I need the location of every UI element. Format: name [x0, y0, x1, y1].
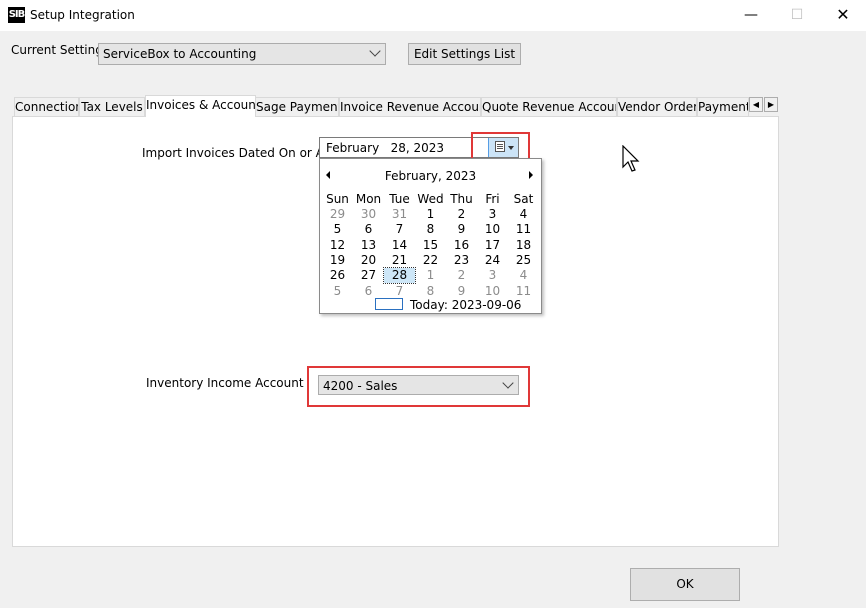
maximize-button[interactable]: ☐: [774, 0, 820, 31]
tab-invoices-accounts[interactable]: Invoices & Accounts: [145, 95, 256, 117]
weekday-label: Sat: [513, 192, 534, 206]
calendar-day[interactable]: 25: [508, 253, 539, 268]
calendar-day[interactable]: 24: [477, 253, 508, 268]
calendar-day[interactable]: 5: [322, 284, 353, 299]
today-marker: [375, 298, 403, 310]
tab-invoice-revenue-accounts[interactable]: Invoice Revenue Accounts: [339, 97, 481, 116]
weekday-label: Sun: [326, 192, 349, 206]
current-settings-dropdown[interactable]: ServiceBox to Accounting: [98, 43, 386, 65]
calendar-day[interactable]: 29: [322, 207, 353, 222]
calendar-day[interactable]: 11: [508, 222, 539, 237]
calendar-day[interactable]: 7: [384, 284, 415, 299]
calendar-day[interactable]: 8: [415, 284, 446, 299]
calendar-day[interactable]: 11: [508, 284, 539, 299]
next-month-icon[interactable]: [529, 171, 533, 179]
calendar-popup: February, 2023 Today: 2023-09-06 Sun Mon T…: [319, 158, 542, 314]
calendar-day[interactable]: 10: [477, 284, 508, 299]
weekday-label: Tue: [389, 192, 410, 206]
edit-settings-list-button[interactable]: Edit Settings List: [408, 43, 521, 65]
calendar-day[interactable]: 28: [383, 267, 416, 285]
tab-scroll-left-button[interactable]: ◀: [749, 97, 763, 112]
calendar-day[interactable]: 8: [415, 222, 446, 237]
calendar-day[interactable]: 17: [477, 238, 508, 253]
calendar-day[interactable]: 1: [415, 207, 446, 222]
current-settings-value: ServiceBox to Accounting: [103, 47, 257, 61]
calendar-day[interactable]: 2: [446, 268, 477, 283]
tab-sage-payments[interactable]: Sage Payments: [255, 97, 339, 116]
weekday-label: Thu: [450, 192, 473, 206]
ok-button[interactable]: OK: [630, 568, 740, 601]
current-settings-label: Current Settings: [11, 43, 110, 57]
calendar-day[interactable]: 12: [322, 238, 353, 253]
calendar-day[interactable]: 3: [477, 268, 508, 283]
calendar-day[interactable]: 9: [446, 284, 477, 299]
calendar-day[interactable]: 13: [353, 238, 384, 253]
app-icon: SIB: [8, 7, 25, 23]
import-date-value: February 28, 2023: [326, 141, 445, 155]
calendar-day[interactable]: 30: [353, 207, 384, 222]
weekday-label: Wed: [417, 192, 444, 206]
minimize-button[interactable]: —: [728, 0, 774, 31]
mouse-cursor-icon: [622, 145, 640, 172]
calendar-day[interactable]: 18: [508, 238, 539, 253]
today-link[interactable]: Today: 2023-09-06: [410, 298, 521, 312]
highlight-box-inventory-account: [307, 366, 530, 407]
calendar-day[interactable]: 26: [322, 268, 353, 283]
calendar-day[interactable]: 3: [477, 207, 508, 222]
import-date-label: Import Invoices Dated On or After: [142, 146, 345, 160]
calendar-day[interactable]: 6: [353, 222, 384, 237]
calendar-day[interactable]: 16: [446, 238, 477, 253]
calendar-day[interactable]: 1: [415, 268, 446, 283]
calendar-day[interactable]: 22: [415, 253, 446, 268]
tab-scroll-right-button[interactable]: ▶: [764, 97, 778, 112]
calendar-day[interactable]: 6: [353, 284, 384, 299]
calendar-day[interactable]: 27: [353, 268, 384, 283]
tab-tax-levels[interactable]: Tax Levels: [79, 97, 145, 116]
calendar-day[interactable]: 10: [477, 222, 508, 237]
weekday-label: Mon: [355, 192, 382, 206]
tab-payment[interactable]: Payment: [697, 97, 749, 116]
close-button[interactable]: ✕: [820, 0, 866, 31]
window-title: Setup Integration: [30, 8, 135, 22]
tab-vendor-orders[interactable]: Vendor Orders: [617, 97, 697, 116]
calendar-day[interactable]: 19: [322, 253, 353, 268]
calendar-day[interactable]: 4: [508, 207, 539, 222]
calendar-day[interactable]: 21: [384, 253, 415, 268]
calendar-day[interactable]: 31: [384, 207, 415, 222]
calendar-day[interactable]: 2: [446, 207, 477, 222]
weekday-label: Fri: [485, 192, 500, 206]
calendar-day[interactable]: 14: [384, 238, 415, 253]
calendar-day[interactable]: 4: [508, 268, 539, 283]
calendar-month-title[interactable]: February, 2023: [320, 169, 541, 183]
calendar-day[interactable]: 20: [353, 253, 384, 268]
tab-quote-revenue-accounts[interactable]: Quote Revenue Accounts: [481, 97, 617, 116]
calendar-day[interactable]: 23: [446, 253, 477, 268]
calendar-day[interactable]: 9: [446, 222, 477, 237]
tab-connection[interactable]: Connection: [14, 97, 79, 116]
calendar-day[interactable]: 7: [384, 222, 415, 237]
inventory-income-account-label: Inventory Income Account: [146, 376, 304, 390]
calendar-day[interactable]: 15: [415, 238, 446, 253]
calendar-day[interactable]: 5: [322, 222, 353, 237]
chevron-down-icon: [369, 45, 381, 57]
